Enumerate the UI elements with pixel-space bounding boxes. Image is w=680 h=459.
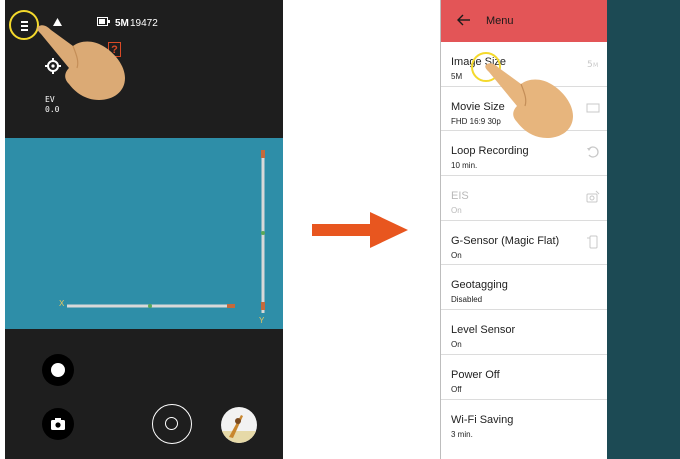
shutter-icon (165, 417, 178, 430)
menu-screen: Menu Image Size 5M 5M Movie Size FHD 16:… (440, 0, 680, 459)
menu-item-label: Wi-Fi Saving (451, 413, 514, 426)
record-mode-icon[interactable] (42, 354, 74, 386)
level-gauge (67, 150, 265, 313)
menu-panel: Menu Image Size 5M 5M Movie Size FHD 16:… (440, 0, 608, 459)
back-arrow-icon[interactable] (457, 14, 471, 26)
menu-item-label: Level Sensor (451, 324, 516, 337)
menu-item-value: Off (451, 384, 462, 394)
menu-item-label: EIS (451, 190, 469, 203)
menu-item-label: Geotagging (451, 279, 508, 292)
menu-item-wifi-saving[interactable]: Wi-Fi Saving 3 min. (441, 400, 608, 445)
menu-item-value: On (451, 250, 462, 260)
movie-size-icon (586, 103, 600, 113)
menu-item-value: 10 min. (451, 161, 478, 171)
menu-item-value: On (451, 340, 462, 350)
shutter-button[interactable] (152, 404, 192, 444)
camera-preview[interactable]: X Y (5, 138, 283, 329)
menu-title: Menu (486, 15, 514, 27)
ev-value: 0.0 (45, 105, 60, 114)
menu-item-value: Disabled (451, 295, 483, 305)
transition-arrow-icon (312, 212, 408, 248)
camera-icon (51, 418, 65, 430)
pointing-hand-icon (485, 63, 573, 138)
loop-recording-icon (587, 146, 599, 158)
level-y-label: Y (259, 316, 265, 325)
menu-item-value: 3 min. (451, 429, 473, 439)
camera-mode-button[interactable] (42, 408, 74, 440)
menu-item-power-off[interactable]: Power Off Off (441, 355, 608, 400)
eis-icon (586, 190, 600, 203)
menu-header: Menu (441, 0, 608, 42)
g-sensor-icon (587, 235, 598, 249)
menu-item-value: 5M (451, 72, 463, 81)
shots-remaining: 19472 (130, 18, 158, 29)
svg-text:5: 5 (587, 60, 593, 70)
menu-item-level-sensor[interactable]: Level Sensor On (441, 310, 608, 355)
image-size-icon: 5M (587, 60, 598, 70)
menu-item-label: G-Sensor (Magic Flat) (451, 234, 560, 247)
menu-item-eis[interactable]: EIS On (441, 176, 608, 221)
menu-item-value: On (451, 206, 462, 216)
svg-text:M: M (593, 62, 598, 69)
menu-item-geotagging[interactable]: Geotagging Disabled (441, 265, 608, 311)
dimmed-background[interactable] (607, 0, 680, 459)
camera-controls (5, 329, 283, 459)
pointing-hand-icon (37, 25, 125, 100)
menu-item-label: Loop Recording (451, 145, 529, 158)
camera-screen: 5M 19472 ? EV 0.0 X Y (5, 0, 283, 459)
level-x-label: X (59, 299, 65, 308)
menu-item-g-sensor[interactable]: G-Sensor (Magic Flat) On (441, 221, 608, 266)
menu-item-label: Power Off (451, 368, 500, 381)
gallery-thumbnail-image (221, 415, 257, 443)
gallery-thumbnail[interactable] (221, 407, 257, 443)
